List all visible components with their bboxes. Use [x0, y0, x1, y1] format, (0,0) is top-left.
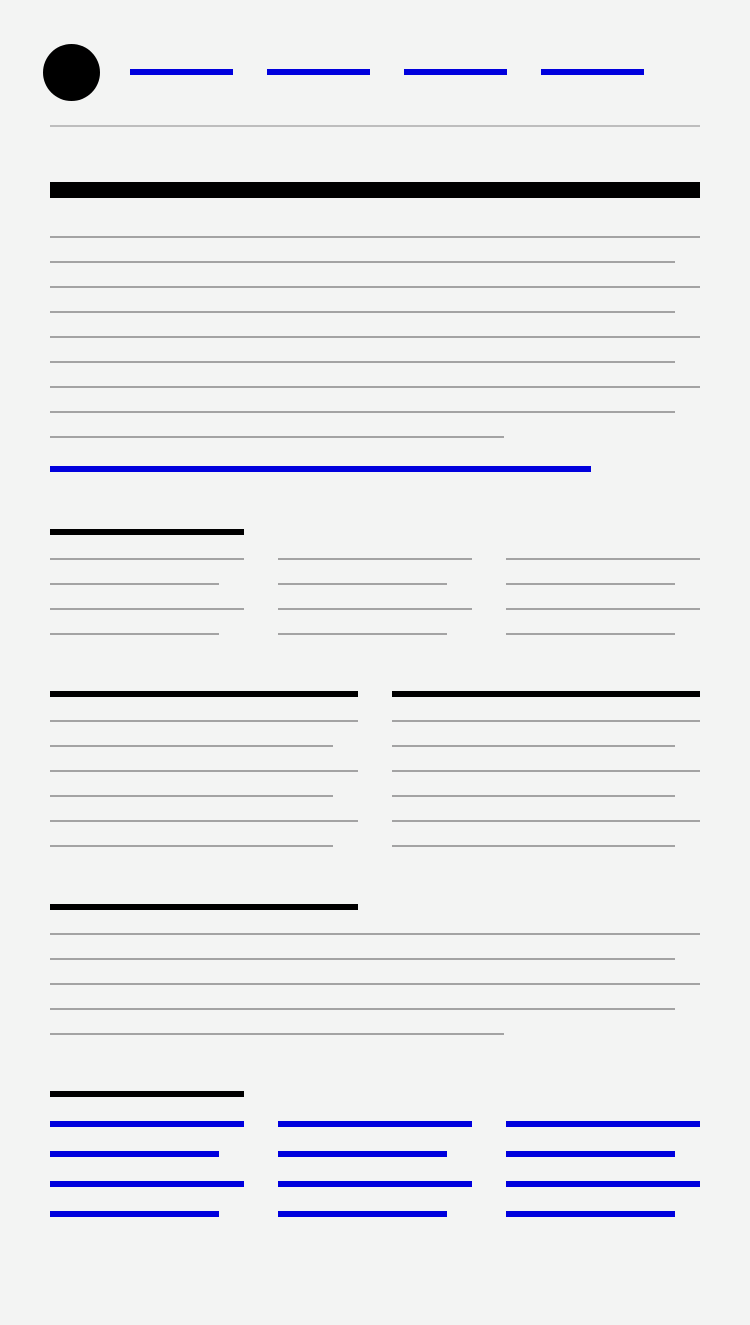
page-title — [50, 182, 700, 198]
link-item[interactable] — [506, 1211, 675, 1217]
text-line — [392, 770, 700, 772]
link-item[interactable] — [506, 1151, 675, 1157]
text-line — [50, 745, 333, 747]
link-item[interactable] — [278, 1181, 472, 1187]
text-line — [50, 795, 333, 797]
link-item[interactable] — [506, 1181, 700, 1187]
text-line — [50, 436, 504, 438]
text-line — [278, 633, 447, 635]
text-line — [50, 558, 244, 560]
link-item[interactable] — [506, 1121, 700, 1127]
nav-link-4[interactable] — [541, 69, 644, 75]
text-line — [278, 608, 472, 610]
link-item[interactable] — [278, 1211, 447, 1217]
text-line — [50, 633, 219, 635]
text-line — [392, 745, 675, 747]
intro-link[interactable] — [50, 466, 591, 472]
text-line — [50, 845, 333, 847]
text-line — [50, 311, 675, 313]
text-line — [278, 558, 472, 560]
text-line — [50, 770, 358, 772]
text-line — [50, 261, 675, 263]
text-line — [392, 845, 675, 847]
text-line — [392, 720, 700, 722]
text-line — [50, 411, 675, 413]
text-line — [50, 236, 700, 238]
column-heading-right — [392, 691, 700, 697]
text-line — [50, 286, 700, 288]
column-heading-left — [50, 691, 358, 697]
link-item[interactable] — [50, 1181, 244, 1187]
text-line — [50, 820, 358, 822]
text-line — [50, 1033, 504, 1035]
text-line — [392, 820, 700, 822]
text-line — [50, 583, 219, 585]
link-item[interactable] — [50, 1211, 219, 1217]
link-item[interactable] — [50, 1151, 219, 1157]
text-line — [506, 633, 675, 635]
logo-icon[interactable] — [43, 44, 100, 101]
section-heading — [50, 904, 358, 910]
text-line — [506, 558, 700, 560]
text-line — [392, 795, 675, 797]
section-heading — [50, 529, 244, 535]
text-line — [278, 583, 447, 585]
wireframe-page — [0, 0, 750, 1325]
link-item[interactable] — [50, 1121, 244, 1127]
text-line — [506, 608, 700, 610]
text-line — [50, 1008, 675, 1010]
text-line — [506, 583, 675, 585]
link-item[interactable] — [278, 1121, 472, 1127]
text-line — [50, 983, 700, 985]
text-line — [50, 958, 675, 960]
nav-link-3[interactable] — [404, 69, 507, 75]
header-divider — [50, 125, 700, 127]
text-line — [50, 608, 244, 610]
text-line — [50, 336, 700, 338]
nav-link-2[interactable] — [267, 69, 370, 75]
text-line — [50, 361, 675, 363]
nav-link-1[interactable] — [130, 69, 233, 75]
text-line — [50, 386, 700, 388]
text-line — [50, 720, 358, 722]
link-item[interactable] — [278, 1151, 447, 1157]
section-heading — [50, 1091, 244, 1097]
text-line — [50, 933, 700, 935]
